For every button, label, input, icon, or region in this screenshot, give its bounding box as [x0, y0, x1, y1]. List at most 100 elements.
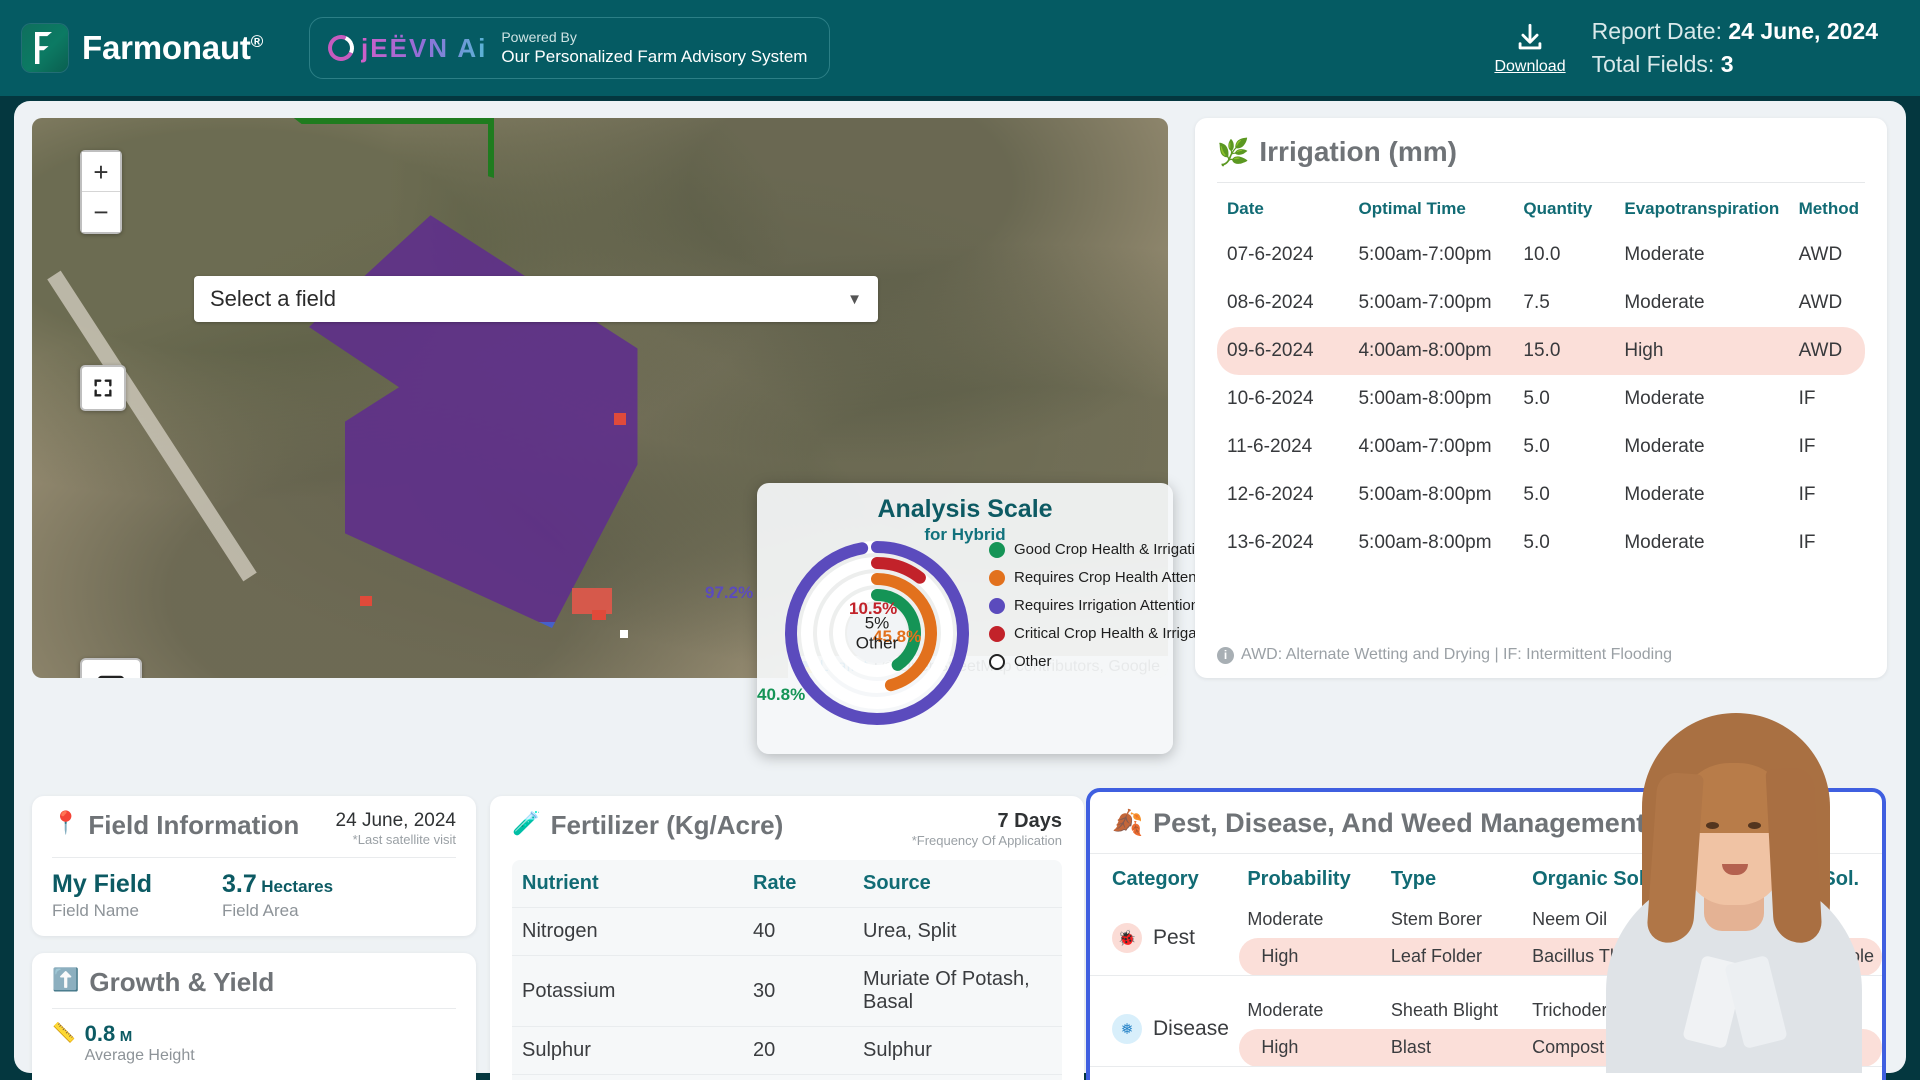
map-layers-button[interactable]: [80, 658, 142, 678]
cell-time: 4:00am-7:00pm: [1358, 436, 1492, 457]
donut-label-good-health: 40.8%: [757, 685, 806, 704]
download-label: Download: [1494, 57, 1566, 75]
cell-source: Sulphur: [853, 1026, 1062, 1075]
zoom-out-button[interactable]: −: [82, 192, 120, 232]
presenter-hair-right: [1765, 766, 1823, 945]
cell-method: IF: [1798, 388, 1816, 409]
cell-method: IF: [1798, 484, 1816, 505]
map-marker-b: [592, 610, 606, 620]
jeevn-mark: jEËVN Ai: [324, 31, 487, 65]
table-row[interactable]: 07-6-2024 5:00am-7:00pm 10.0 Moderate AW…: [1217, 231, 1865, 279]
growth-yield-metrics: 📏 0.8 M Average Height ⛰️ 2.5 T: [52, 1021, 456, 1080]
cell-time: 5:00am-8:00pm: [1358, 388, 1492, 409]
legend-swatch-crop-attention: [989, 569, 1005, 586]
registered-mark: ®: [250, 32, 264, 51]
jeevn-ai-badge[interactable]: jEËVN Ai Powered By Our Personalized Far…: [309, 17, 831, 79]
field-information-date-value: 24 June, 2024: [335, 810, 456, 831]
jeevn-tagline: Powered By Our Personalized Farm Advisor…: [501, 28, 807, 68]
col-type: Type: [1390, 868, 1437, 890]
total-fields-value: 3: [1720, 51, 1734, 77]
brand-name: Farmonaut®: [82, 29, 263, 67]
analysis-legend: Good Crop Health & Irrigation Requires C…: [989, 541, 1221, 681]
map-marker-center: [620, 630, 628, 638]
col-rate: Rate: [753, 872, 797, 894]
table-row[interactable]: 08-6-2024 5:00am-7:00pm 7.5 Moderate AWD: [1217, 279, 1865, 327]
presenter-avatar: [1600, 653, 1868, 1073]
brand-name-text: Farmonaut: [82, 29, 251, 66]
advisory-tagline: Our Personalized Farm Advisory System: [501, 47, 808, 67]
pest-title: Pest, Disease, And Weed Management: [1153, 808, 1646, 838]
cell-nutrient: Sulphur: [512, 1026, 743, 1075]
cell-evapotranspiration: Moderate: [1624, 532, 1705, 553]
analysis-scale-card: Analysis Scale for Hybrid 97.2% 10.5% 45…: [705, 483, 1221, 754]
legend-item: Good Crop Health & Irrigation: [989, 541, 1221, 558]
field-area-unit: Hectares: [261, 877, 334, 896]
fertilizer-frequency-note: *Frequency Of Application: [911, 833, 1062, 848]
legend-swatch-critical: [989, 625, 1005, 642]
metric-line: 0.8 M: [85, 1021, 195, 1047]
cell-date: 08-6-2024: [1227, 292, 1314, 313]
table-header-row: Nutrient Rate Source: [512, 860, 1062, 908]
field-information-title: Field Information: [88, 810, 300, 840]
field-information-values: My Field Field Name 3.7 Hectares Field A…: [52, 870, 456, 921]
table-row[interactable]: 13-6-2024 5:00am-8:00pm 5.0 Moderate IF: [1217, 519, 1865, 567]
download-button[interactable]: Download: [1494, 21, 1566, 76]
cell-method: IF: [1798, 532, 1816, 553]
map-marker-c: [360, 596, 372, 606]
field-select-dropdown[interactable]: Select a field ▼: [194, 276, 878, 322]
field-information-card: 📍 Field Information 24 June, 2024 *Last …: [32, 796, 476, 936]
legend-item: Other: [989, 653, 1221, 670]
total-fields-label: Total Fields:: [1591, 51, 1715, 77]
cell-quantity: 5.0: [1523, 484, 1550, 505]
bug-icon: 🐞: [1112, 923, 1142, 953]
table-row[interactable]: Zinc 15 Zinc Sulphate: [512, 1074, 1062, 1080]
col-evapotranspiration: Evapotranspiration: [1624, 199, 1780, 218]
divider: [52, 1008, 456, 1009]
col-nutrient: Nutrient: [522, 872, 599, 894]
growth-yield-header: ⬆️ Growth & Yield: [52, 967, 456, 998]
table-row[interactable]: 11-6-2024 4:00am-7:00pm 5.0 Moderate IF: [1217, 423, 1865, 471]
cell-nutrient: Potassium: [512, 955, 743, 1027]
col-optimal-time: Optimal Time: [1358, 199, 1466, 218]
cell-method: AWD: [1788, 327, 1865, 375]
donut-center-value: 5%: [864, 613, 890, 633]
donut-center-label: 5% Other: [856, 613, 899, 652]
app-header: Farmonaut® jEËVN Ai Powered By Our Perso…: [0, 0, 1920, 96]
cell-source: Urea, Split: [853, 907, 1062, 956]
donut-center-caption: Other: [855, 633, 899, 652]
farmonaut-dashboard: Farmonaut® jEËVN Ai Powered By Our Perso…: [0, 0, 1920, 1080]
cell-rate: 15: [743, 1074, 853, 1080]
report-date-label: Report Date:: [1591, 17, 1722, 44]
table-row[interactable]: Sulphur 20 Sulphur: [512, 1026, 1062, 1075]
table-row[interactable]: 10-6-2024 5:00am-8:00pm 5.0 Moderate IF: [1217, 375, 1865, 423]
divider: [52, 857, 456, 858]
cell-category-disease: ❅ Disease: [1090, 992, 1239, 1067]
cell-category-pest: 🐞 Pest: [1090, 901, 1239, 976]
report-date-value: 24 June, 2024: [1728, 17, 1878, 44]
fullscreen-button[interactable]: [80, 365, 126, 411]
cell-date: 12-6-2024: [1227, 484, 1314, 505]
table-row[interactable]: Nitrogen 40 Urea, Split: [512, 907, 1062, 956]
table-row-highlighted[interactable]: 09-6-2024 4:00am-8:00pm 15.0 High AWD: [1217, 327, 1865, 375]
col-probability: Probability: [1247, 868, 1351, 890]
zoom-in-button[interactable]: +: [82, 152, 120, 192]
cell-quantity: 5.0: [1523, 436, 1550, 457]
cell-quantity: 5.0: [1523, 388, 1550, 409]
dashboard-canvas: + − Select a field ▼ 50 m 300 f: [14, 101, 1906, 1080]
field-area-caption: Field Area: [222, 901, 299, 920]
category-disease-label: Disease: [1153, 1017, 1229, 1040]
average-height-caption: Average Height: [84, 1047, 195, 1064]
legend-swatch-good-crop-health: [989, 541, 1005, 558]
table-row[interactable]: 12-6-2024 5:00am-8:00pm 5.0 Moderate IF: [1217, 471, 1865, 519]
header-right: Download Report Date: 24 June, 2024 Tota…: [1494, 15, 1878, 82]
diseased-leaf-icon: 🍂: [1112, 809, 1144, 837]
cell-evapotranspiration: Moderate: [1624, 292, 1705, 313]
cell-probability: High: [1239, 1029, 1383, 1067]
legend-item: Critical Crop Health & Irrigation: [989, 625, 1221, 642]
cell-type: Blast: [1382, 1029, 1525, 1067]
cell-time: 5:00am-7:00pm: [1358, 244, 1492, 265]
cell-source: Muriate Of Potash, Basal: [853, 955, 1062, 1027]
table-row[interactable]: Potassium 30 Muriate Of Potash, Basal: [512, 955, 1062, 1027]
fertilizer-table: Nutrient Rate Source Nitrogen 40 Urea, S…: [512, 860, 1062, 1080]
map-zoom-controls[interactable]: + −: [80, 150, 122, 234]
